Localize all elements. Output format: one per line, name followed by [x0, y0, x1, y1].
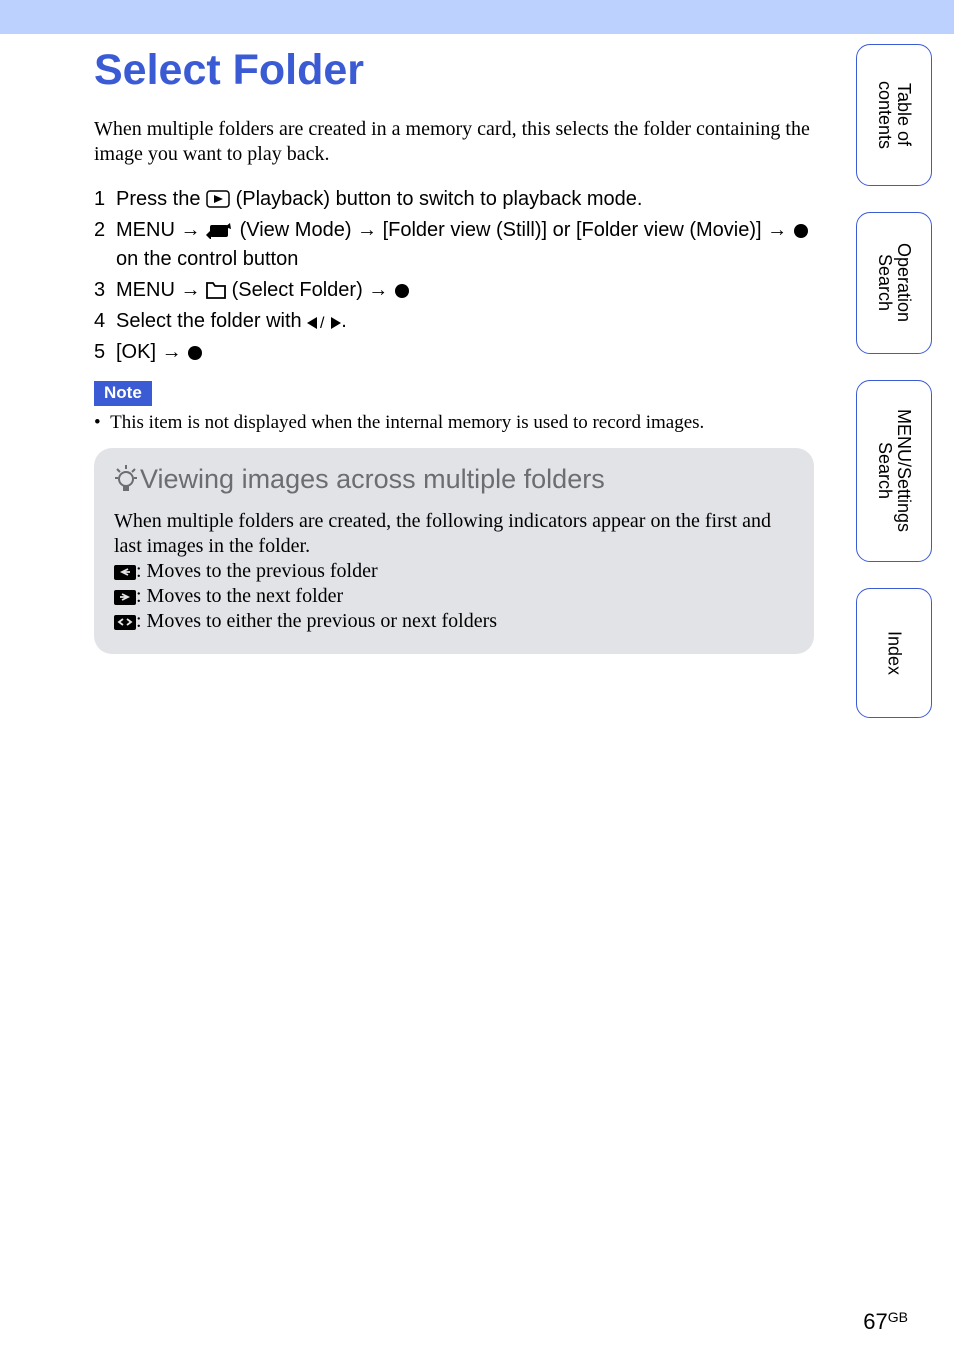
- tip-title: Viewing images across multiple folders: [140, 464, 605, 495]
- step-text: MENU: [116, 279, 180, 301]
- tab-operation-search[interactable]: Operation Search: [856, 212, 932, 354]
- header-bar: [0, 0, 954, 34]
- tab-label: Index: [881, 613, 908, 693]
- step-body: MENU → (View Mode) → [Folder view (Still…: [116, 216, 814, 274]
- arrow-icon: →: [767, 219, 787, 241]
- page-number: 67GB: [863, 1309, 908, 1335]
- step-number: 4: [94, 307, 116, 336]
- step-text: [Folder view (Still)] or [Folder view (M…: [383, 219, 768, 241]
- arrow-icon: →: [180, 219, 200, 241]
- tip-body: When multiple folders are created, the f…: [114, 509, 794, 634]
- tip-item: : Moves to the previous folder: [114, 559, 794, 584]
- step-text: Select the folder with: [116, 310, 307, 332]
- tip-item: : Moves to either the previous or next f…: [114, 609, 794, 634]
- center-button-icon: [394, 283, 410, 299]
- step-body: MENU → (Select Folder) →: [116, 276, 814, 305]
- tab-label: Operation Search: [871, 213, 917, 353]
- hint-icon: [114, 465, 138, 495]
- center-button-icon: [187, 345, 203, 361]
- step-body: [OK] →: [116, 338, 814, 367]
- step-text: (Select Folder): [232, 279, 369, 301]
- note-body: This item is not displayed when the inte…: [110, 412, 704, 433]
- page-content: Select Folder When multiple folders are …: [0, 34, 820, 654]
- step-body: Press the (Playback) button to switch to…: [116, 185, 814, 214]
- step-text: MENU: [116, 219, 180, 241]
- left-right-icon: /: [307, 316, 341, 330]
- step-text: (View Mode): [240, 219, 357, 241]
- note-text: • This item is not displayed when the in…: [94, 412, 814, 434]
- step-row: 3 MENU → (Select Folder) →: [94, 276, 814, 305]
- step-number: 1: [94, 185, 116, 214]
- tab-index[interactable]: Index: [856, 588, 932, 718]
- tab-table-of-contents[interactable]: Table of contents: [856, 44, 932, 186]
- page-title: Select Folder: [94, 46, 820, 95]
- arrow-icon: →: [368, 279, 388, 301]
- arrow-icon: →: [162, 341, 182, 363]
- view-mode-icon: [206, 221, 234, 239]
- note-label: Note: [94, 381, 152, 406]
- step-row: 5 [OK] →: [94, 338, 814, 367]
- page-region: GB: [888, 1309, 908, 1325]
- both-folder-icon: [114, 615, 136, 630]
- folder-icon: [206, 282, 226, 299]
- step-number: 3: [94, 276, 116, 305]
- tip-title-row: Viewing images across multiple folders: [114, 464, 794, 495]
- tip-intro: When multiple folders are created, the f…: [114, 509, 794, 559]
- step-text: (Playback) button to switch to playback …: [236, 188, 643, 210]
- step-body: Select the folder with / .: [116, 307, 814, 336]
- step-text: on the control button: [116, 248, 298, 270]
- next-folder-icon: [114, 590, 136, 605]
- tip-prev: : Moves to the previous folder: [136, 560, 378, 582]
- arrow-icon: →: [357, 219, 377, 241]
- prev-folder-icon: [114, 565, 136, 580]
- intro-text: When multiple folders are created in a m…: [94, 117, 839, 167]
- step-text: Press the: [116, 188, 206, 210]
- svg-text:/: /: [320, 316, 325, 330]
- side-nav-tabs: Table of contents Operation Search MENU/…: [856, 44, 936, 744]
- tab-label: MENU/Settings Search: [871, 381, 917, 561]
- center-button-icon: [793, 223, 809, 239]
- tab-menu-settings-search[interactable]: MENU/Settings Search: [856, 380, 932, 562]
- tip-both: : Moves to either the previous or next f…: [136, 610, 497, 632]
- note-section: Note • This item is not displayed when t…: [94, 381, 820, 434]
- step-number: 2: [94, 216, 116, 274]
- step-text: [OK]: [116, 341, 162, 363]
- tip-item: : Moves to the next folder: [114, 584, 794, 609]
- playback-icon: [206, 190, 230, 208]
- tip-callout: Viewing images across multiple folders W…: [94, 448, 814, 654]
- step-row: 4 Select the folder with / .: [94, 307, 814, 336]
- tab-label: Table of contents: [871, 45, 917, 185]
- page-num-value: 67: [863, 1309, 887, 1334]
- step-row: 1 Press the (Playback) button to switch …: [94, 185, 814, 214]
- step-row: 2 MENU → (View Mode) → [Folder view (Sti…: [94, 216, 814, 274]
- step-number: 5: [94, 338, 116, 367]
- tip-next: : Moves to the next folder: [136, 585, 343, 607]
- arrow-icon: →: [180, 279, 200, 301]
- procedure-steps: 1 Press the (Playback) button to switch …: [94, 185, 814, 367]
